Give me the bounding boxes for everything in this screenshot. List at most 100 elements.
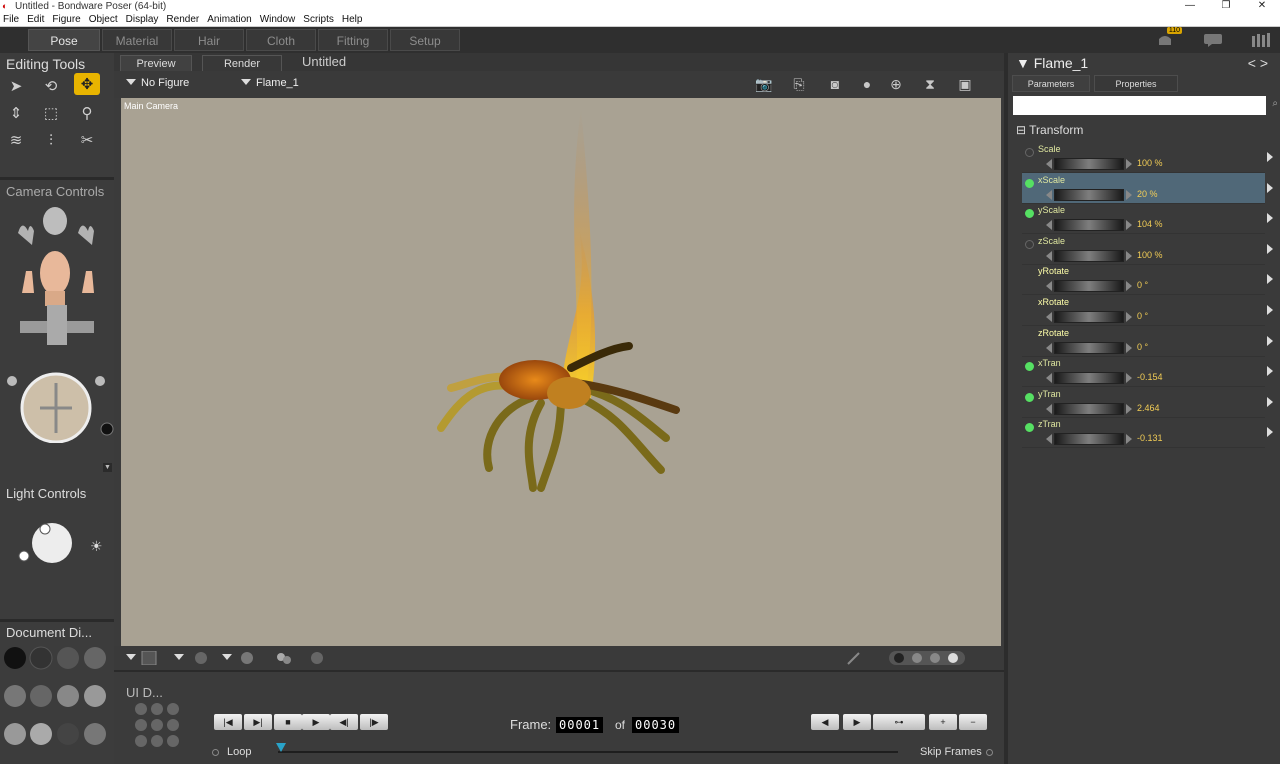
param-row-yscale[interactable]: yScale 104 % [1022, 203, 1273, 235]
menu-render[interactable]: Render [163, 14, 204, 25]
param-value[interactable]: -0.131 [1137, 433, 1163, 443]
key-icon[interactable]: ⊶ [873, 714, 925, 730]
animated-indicator-icon[interactable] [1025, 148, 1034, 157]
dial-left-arrow-icon[interactable] [1046, 342, 1052, 353]
param-dial[interactable] [1054, 311, 1124, 323]
stop-button[interactable]: ■ [274, 714, 302, 730]
next-key-button[interactable]: ▶ [843, 714, 871, 730]
param-dial[interactable] [1054, 280, 1124, 293]
animated-indicator-icon[interactable] [1025, 178, 1034, 188]
tab-cloth[interactable]: Cloth [246, 29, 316, 51]
param-value[interactable]: -0.154 [1137, 372, 1163, 382]
dial-right-arrow-icon[interactable] [1126, 342, 1132, 353]
param-value[interactable]: 0 ° [1137, 342, 1148, 352]
figure-select[interactable]: No Figure [126, 77, 189, 89]
dial-right-arrow-icon[interactable] [1126, 312, 1132, 322]
dial-right-arrow-icon[interactable] [1126, 159, 1132, 169]
shading-dropdown-icon[interactable] [174, 651, 214, 668]
ui-dots-grid[interactable] [134, 702, 182, 753]
shadows-icon[interactable] [274, 651, 294, 668]
param-menu-arrow-icon[interactable] [1267, 427, 1273, 438]
total-frames-field[interactable]: 00030 [632, 717, 680, 733]
translate-tool-icon[interactable]: ✥ [74, 73, 100, 95]
tab-parameters[interactable]: Parameters [1012, 75, 1090, 92]
param-menu-arrow-icon[interactable] [1267, 305, 1273, 315]
twist-tool-icon[interactable]: ⚲ [74, 102, 100, 124]
dial-left-arrow-icon[interactable] [1046, 189, 1052, 200]
param-row-scale[interactable]: Scale 100 % [1022, 142, 1273, 173]
tab-fitting[interactable]: Fitting [318, 29, 388, 51]
lighting-dropdown-icon[interactable] [222, 651, 262, 668]
tab-render[interactable]: Render [202, 55, 282, 71]
parameter-search-input[interactable] [1013, 96, 1266, 115]
dial-left-arrow-icon[interactable] [1046, 159, 1052, 169]
dial-left-arrow-icon[interactable] [1046, 281, 1052, 292]
actor-title[interactable]: ▼ Flame_1 [1016, 55, 1088, 71]
param-value[interactable]: 2.464 [1137, 403, 1160, 413]
param-value[interactable]: 0 ° [1137, 280, 1148, 290]
param-row-xtran[interactable]: xTran -0.154 [1022, 356, 1273, 388]
go-to-end-button[interactable]: ▶| [244, 714, 272, 730]
menu-window[interactable]: Window [257, 14, 301, 25]
param-row-ytran[interactable]: yTran 2.464 [1022, 387, 1273, 418]
menu-display[interactable]: Display [123, 14, 164, 25]
library-icon[interactable] [1250, 33, 1272, 47]
scale-tool-icon[interactable]: ⬚ [38, 102, 64, 124]
search-icon[interactable]: ⌕ [1272, 98, 1278, 109]
display-style-grid[interactable] [3, 646, 113, 756]
previous-key-button[interactable]: ◀ [811, 714, 839, 730]
minimize-icon[interactable]: — [1172, 0, 1208, 12]
menu-animation[interactable]: Animation [204, 14, 256, 25]
param-menu-arrow-icon[interactable] [1267, 182, 1273, 193]
floor-icon[interactable]: ⧗ [919, 75, 941, 93]
dial-right-arrow-icon[interactable] [1126, 220, 1132, 231]
param-dial[interactable] [1054, 433, 1124, 446]
camera-snapshot-icon[interactable]: ⎘ [788, 75, 810, 93]
dial-right-arrow-icon[interactable] [1126, 250, 1132, 261]
play-button[interactable]: ▶ [302, 714, 330, 730]
animated-indicator-icon[interactable] [1025, 362, 1034, 372]
close-icon[interactable]: ✕ [1244, 0, 1280, 12]
light-icon[interactable]: ● [856, 75, 878, 93]
menu-edit[interactable]: Edit [24, 14, 49, 25]
dial-left-arrow-icon[interactable] [1046, 403, 1052, 414]
animated-indicator-icon[interactable] [1025, 239, 1034, 249]
param-row-xrotate[interactable]: xRotate 0 ° [1022, 295, 1273, 326]
param-dial[interactable] [1054, 341, 1124, 354]
param-menu-arrow-icon[interactable] [1267, 213, 1273, 224]
param-value[interactable]: 104 % [1137, 219, 1163, 229]
tab-setup[interactable]: Setup [390, 29, 460, 51]
previous-frame-button[interactable]: ◀| [330, 714, 358, 730]
rotate-tool-icon[interactable]: ⟲ [38, 75, 64, 97]
param-row-xscale[interactable]: xScale 20 % [1022, 172, 1273, 204]
tab-pose[interactable]: Pose [28, 29, 100, 51]
tab-preview[interactable]: Preview [120, 55, 192, 71]
animated-indicator-icon[interactable] [1025, 392, 1034, 402]
playhead-handle[interactable] [276, 743, 286, 752]
taper-tool-icon[interactable]: ≋ [3, 129, 29, 151]
param-menu-arrow-icon[interactable] [1267, 243, 1273, 254]
param-dial[interactable] [1054, 158, 1124, 170]
dial-right-arrow-icon[interactable] [1126, 189, 1132, 200]
light-toggle-icons[interactable] [889, 651, 965, 668]
direct-manipulation-tool-icon[interactable]: ✂ [74, 129, 100, 151]
light-controls-collapse[interactable]: ▼ [103, 463, 112, 472]
tab-hair[interactable]: Hair [174, 29, 244, 51]
param-row-ztran[interactable]: zTran -0.131 [1022, 417, 1273, 449]
param-row-zrotate[interactable]: zRotate 0 ° [1022, 326, 1273, 357]
timeline-track[interactable] [278, 751, 898, 753]
translate-in-out-tool-icon[interactable]: ⇕ [3, 102, 29, 124]
animated-indicator-icon[interactable] [1025, 209, 1034, 219]
param-menu-arrow-icon[interactable] [1267, 274, 1273, 285]
param-row-zscale[interactable]: zScale 100 % [1022, 234, 1273, 265]
param-dial[interactable] [1054, 249, 1124, 262]
video-camera-icon[interactable]: ▣ [954, 75, 976, 93]
dial-left-arrow-icon[interactable] [1046, 250, 1052, 261]
param-menu-arrow-icon[interactable] [1267, 335, 1273, 346]
param-row-yrotate[interactable]: yRotate 0 ° [1022, 264, 1273, 296]
menu-help[interactable]: Help [339, 14, 368, 25]
camera-controls-widget[interactable] [0, 203, 114, 444]
chain-break-tool-icon[interactable]: ⫶ [38, 129, 64, 151]
param-menu-arrow-icon[interactable] [1267, 366, 1273, 377]
tab-material[interactable]: Material [102, 29, 172, 51]
